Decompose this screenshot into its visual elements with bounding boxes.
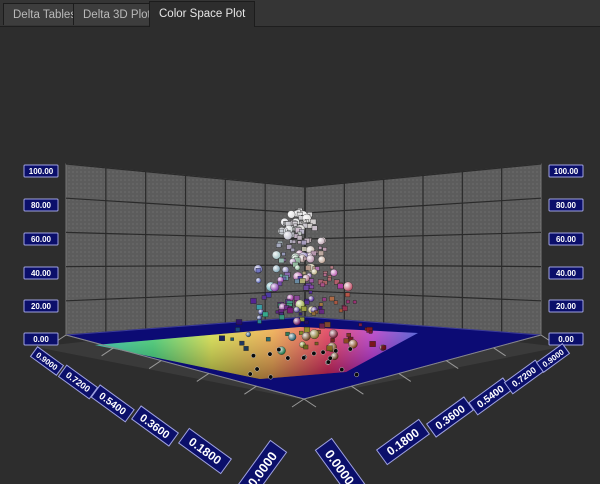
right-vertical-axis: 100.00 80.00 60.00 40.00 20.00 0.00 bbox=[548, 164, 584, 346]
v-label: 0.00 bbox=[23, 332, 59, 346]
color-space-3d-plot[interactable]: 100.00 80.00 60.00 40.00 20.00 0.00 100.… bbox=[0, 27, 600, 484]
floor-label: 0.0000 bbox=[236, 439, 288, 484]
svg-text:100.00: 100.00 bbox=[554, 167, 579, 176]
svg-text:80.00: 80.00 bbox=[31, 201, 52, 210]
v-label: 80.00 bbox=[23, 198, 59, 212]
floor-label: 0.7200 bbox=[57, 364, 99, 400]
svg-text:100.00: 100.00 bbox=[29, 167, 54, 176]
svg-text:60.00: 60.00 bbox=[31, 235, 52, 244]
v-label: 60.00 bbox=[23, 232, 59, 246]
v-label: 60.00 bbox=[548, 232, 584, 246]
svg-text:40.00: 40.00 bbox=[556, 269, 577, 278]
v-label: 0.00 bbox=[548, 332, 584, 346]
svg-text:0.00: 0.00 bbox=[558, 335, 574, 344]
svg-text:40.00: 40.00 bbox=[31, 269, 52, 278]
v-label: 20.00 bbox=[23, 299, 59, 313]
floor-label: 0.1800 bbox=[375, 418, 431, 466]
floor-label: 0.3600 bbox=[130, 405, 180, 447]
tab-color-space-plot[interactable]: Color Space Plot bbox=[149, 1, 256, 27]
v-label: 100.00 bbox=[548, 164, 584, 178]
svg-text:60.00: 60.00 bbox=[556, 235, 577, 244]
svg-text:20.00: 20.00 bbox=[556, 302, 577, 311]
v-label: 40.00 bbox=[23, 266, 59, 280]
floor-label: 0.3600 bbox=[425, 396, 475, 438]
v-label: 40.00 bbox=[548, 266, 584, 280]
floor-label: 0.1800 bbox=[177, 427, 233, 475]
svg-text:0.00: 0.00 bbox=[33, 335, 49, 344]
v-label: 80.00 bbox=[548, 198, 584, 212]
floor-label: 0.7200 bbox=[503, 359, 545, 395]
v-label: 100.00 bbox=[23, 164, 59, 178]
floor-label: 0.5400 bbox=[90, 384, 135, 423]
floor-label: 0.0000 bbox=[314, 437, 366, 484]
left-vertical-axis: 100.00 80.00 60.00 40.00 20.00 0.00 bbox=[23, 164, 59, 346]
svg-text:20.00: 20.00 bbox=[31, 302, 52, 311]
svg-text:80.00: 80.00 bbox=[556, 201, 577, 210]
v-label: 20.00 bbox=[548, 299, 584, 313]
tab-bar: Delta Tables Delta 3D Plots Color Space … bbox=[0, 0, 600, 27]
